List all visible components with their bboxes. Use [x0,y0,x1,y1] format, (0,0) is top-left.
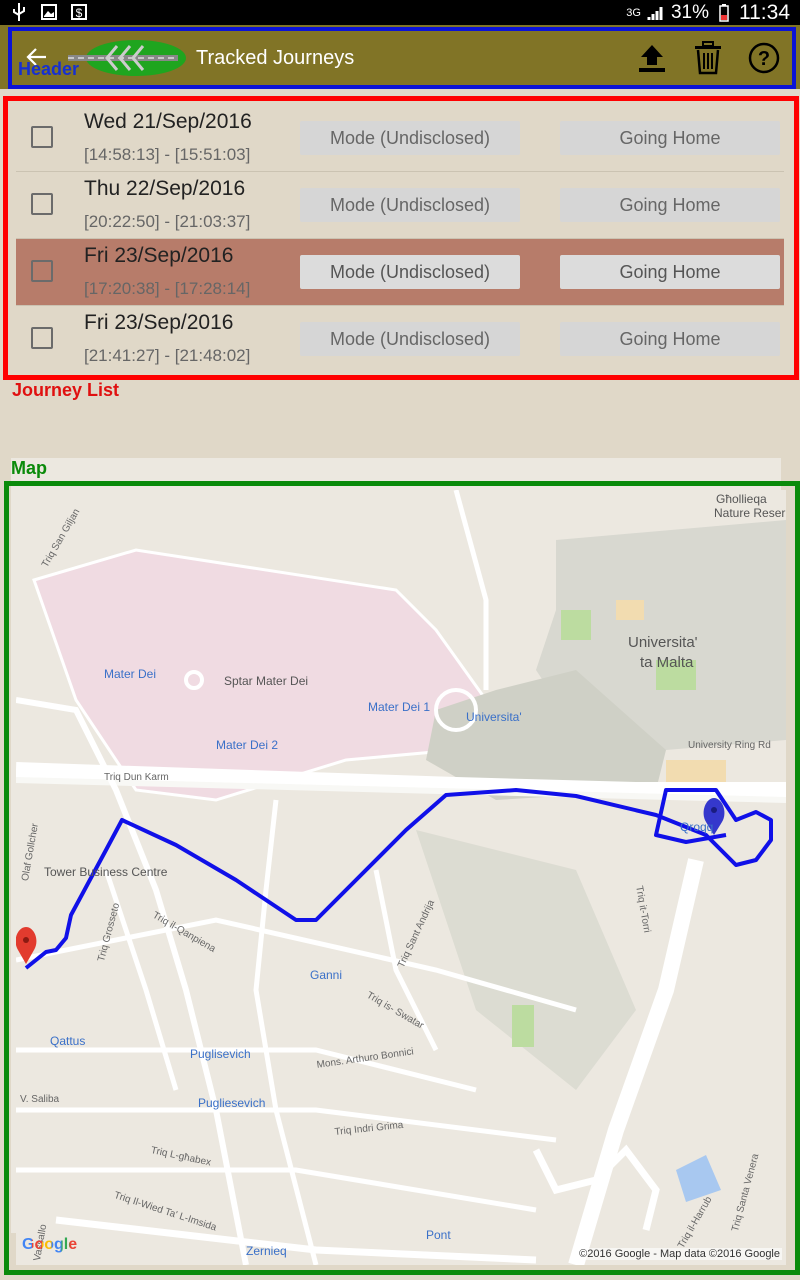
journey-row-selected[interactable]: Fri 23/Sep/2016 [17:20:38] - [17:28:14] … [16,239,784,306]
journey-checkbox[interactable] [31,260,53,282]
map-label: Tower Business Centre [44,865,168,879]
journey-time-range: [21:41:27] - [21:48:02] [84,346,251,365]
map-label: Mater Dei 2 [216,738,279,752]
header-annotation-label: Header [18,59,80,79]
google-logo: Google [22,1236,78,1253]
map-label: Pugliesevich [198,1096,266,1110]
map-label: Universita' [466,710,522,724]
map-label: Qattus [50,1034,86,1048]
purpose-button[interactable]: Going Home [560,255,780,289]
map-label: Ganni [310,968,343,982]
network-type: 3G [626,7,641,19]
svg-text:?: ? [758,48,770,70]
status-bar: $ 3G 31% 11:34 [0,0,800,25]
purpose-button[interactable]: Going Home [560,322,780,356]
journey-date: Fri 23/Sep/2016 [84,244,234,267]
map-label: Mater Dei 1 [368,700,431,714]
map-label: Mater Dei [104,667,157,681]
map-label: Triq Dun Karm [104,772,169,783]
journey-checkbox[interactable] [31,327,53,349]
map-label: Sptar Mater Dei [224,674,309,688]
journey-list-annotation-label: Journey List [12,380,120,400]
journey-list: Wed 21/Sep/2016 [14:58:13] - [15:51:03] … [16,105,784,372]
image-icon [40,3,58,21]
page-title: Tracked Journeys [196,47,355,69]
mode-button[interactable]: Mode (Undisclosed) [300,188,520,222]
mode-button[interactable]: Mode (Undisclosed) [300,255,520,289]
map-label: V. Saliba [20,1094,60,1105]
svg-text:$: $ [76,6,83,20]
journey-date: Thu 22/Sep/2016 [84,177,246,200]
map-label: Universita' [628,634,698,651]
purpose-button[interactable]: Going Home [560,121,780,155]
money-icon: $ [70,3,88,21]
map-label: Puglisevich [190,1047,251,1061]
map-label: Għollieqa [716,492,767,506]
battery-icon [715,4,733,22]
clock: 11:34 [739,1,790,24]
map-label: Qroqq [680,820,714,834]
upload-icon[interactable] [632,38,672,78]
journey-date: Fri 23/Sep/2016 [84,311,234,334]
mode-button[interactable]: Mode (Undisclosed) [300,322,520,356]
journey-row[interactable]: Fri 23/Sep/2016 [21:41:27] - [21:48:02] … [16,306,784,372]
battery-percent: 31% [670,2,709,23]
journey-checkbox[interactable] [31,193,53,215]
map-label: Zernieq [246,1244,287,1258]
route-line [24,788,773,970]
app-logo [62,34,192,82]
map-label: Nature Reser [714,506,786,520]
signal-icon [647,4,665,22]
journey-row[interactable]: Thu 22/Sep/2016 [20:22:50] - [21:03:37] … [16,172,784,239]
journey-time-range: [14:58:13] - [15:51:03] [84,145,251,164]
usb-icon [10,3,28,21]
purpose-button[interactable]: Going Home [560,188,780,222]
journey-date: Wed 21/Sep/2016 [84,110,252,133]
map-label: ta Malta [640,654,694,671]
help-icon[interactable]: ? [744,38,784,78]
journey-time-range: [17:20:38] - [17:28:14] [84,279,251,298]
journey-time-range: [20:22:50] - [21:03:37] [84,212,251,231]
mode-button[interactable]: Mode (Undisclosed) [300,121,520,155]
journey-row[interactable]: Wed 21/Sep/2016 [14:58:13] - [15:51:03] … [16,105,784,172]
map-label: Pont [426,1228,451,1242]
map-label: University Ring Rd [688,740,771,751]
map-view[interactable]: Għollieqa Nature Reser Triq San Giljan M… [16,490,786,1265]
map-copyright: ©2016 Google - Map data ©2016 Google [577,1248,782,1260]
journey-checkbox[interactable] [31,126,53,148]
delete-icon[interactable] [688,38,728,78]
